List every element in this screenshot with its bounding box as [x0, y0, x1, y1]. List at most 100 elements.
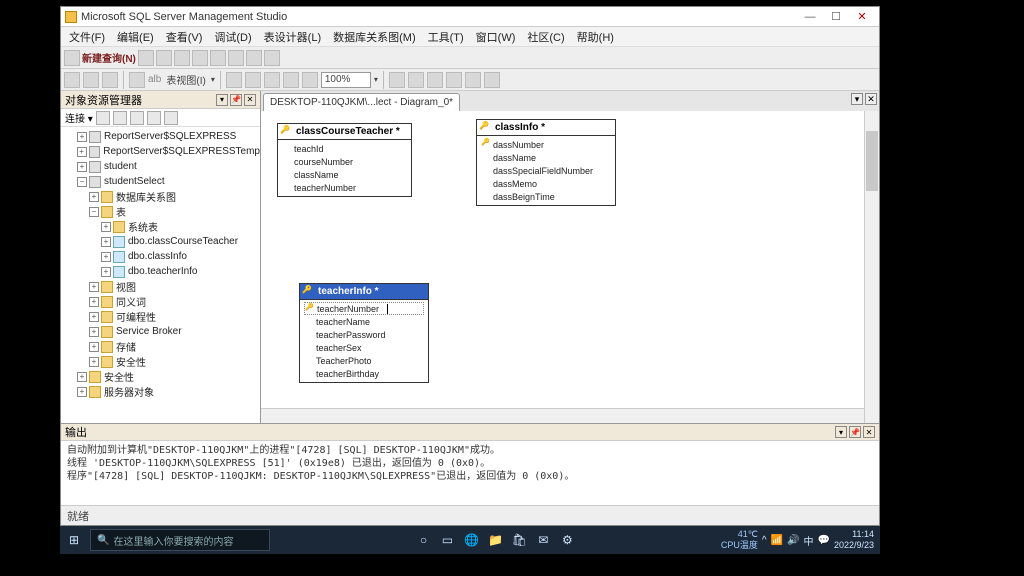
- settings-icon[interactable]: ⚙: [556, 529, 578, 551]
- new-query-button[interactable]: 新建查询(N): [82, 50, 136, 65]
- tree-node[interactable]: −表: [61, 204, 260, 219]
- toolbar-icon[interactable]: [113, 111, 127, 125]
- chevron-up-icon[interactable]: ^: [762, 535, 767, 546]
- toolbar-icon[interactable]: [465, 72, 481, 88]
- toolbar-icon[interactable]: [102, 72, 118, 88]
- toolbar-icon[interactable]: [147, 111, 161, 125]
- tree-node[interactable]: +系统表: [61, 219, 260, 234]
- edge-icon[interactable]: 🌐: [460, 529, 482, 551]
- dropdown-icon[interactable]: ▾: [835, 426, 847, 438]
- store-icon[interactable]: 🛍: [508, 529, 530, 551]
- tree-node[interactable]: +student: [61, 159, 260, 174]
- menu-view[interactable]: 查看(V): [160, 27, 209, 47]
- toolbar-icon[interactable]: [129, 72, 145, 88]
- menu-community[interactable]: 社区(C): [521, 27, 570, 47]
- toolbar-icon[interactable]: [192, 50, 208, 66]
- new-query-icon[interactable]: [64, 50, 80, 66]
- toolbar-icon[interactable]: [389, 72, 405, 88]
- zoom-combo[interactable]: 100%: [321, 72, 371, 88]
- toolbar-icon[interactable]: [264, 72, 280, 88]
- output-text[interactable]: 自动附加到计算机"DESKTOP-110QJKM"上的进程"[4728] [SQ…: [61, 441, 879, 505]
- tree-node[interactable]: +安全性: [61, 354, 260, 369]
- explorer-icon[interactable]: 📁: [484, 529, 506, 551]
- tree-node[interactable]: +dbo.teacherInfo: [61, 264, 260, 279]
- toolbar-icon[interactable]: [164, 111, 178, 125]
- tree-node[interactable]: +安全性: [61, 369, 260, 384]
- toolbar-icon[interactable]: [96, 111, 110, 125]
- toolbar-icon[interactable]: [446, 72, 462, 88]
- table-column[interactable]: dassBeignTime: [481, 190, 611, 203]
- toolbar-icon[interactable]: [210, 50, 226, 66]
- toolbar-icon[interactable]: [174, 50, 190, 66]
- tree-node[interactable]: +数据库关系图: [61, 189, 260, 204]
- table-column[interactable]: teacherName: [304, 315, 424, 328]
- dropdown-icon[interactable]: ▾: [374, 75, 378, 84]
- table-column[interactable]: dassName: [481, 151, 611, 164]
- table-column[interactable]: TeacherPhoto: [304, 354, 424, 367]
- taskview-icon[interactable]: ▭: [436, 529, 458, 551]
- tree-node[interactable]: +服务器对象: [61, 384, 260, 399]
- minimize-button[interactable]: —: [797, 8, 823, 26]
- toolbar-icon[interactable]: [427, 72, 443, 88]
- tree-node[interactable]: +可编程性: [61, 309, 260, 324]
- scrollbar-vertical[interactable]: [864, 111, 879, 423]
- menu-edit[interactable]: 编辑(E): [111, 27, 160, 47]
- diagram-table-classinfo[interactable]: classInfo * dassNumber dassName dassSpec…: [476, 119, 616, 206]
- tree-node[interactable]: +视图: [61, 279, 260, 294]
- pin-icon[interactable]: 📌: [230, 94, 242, 106]
- ime-icon[interactable]: 中: [804, 533, 814, 548]
- toolbar-icon[interactable]: [484, 72, 500, 88]
- diagram-canvas[interactable]: classCourseTeacher * teachId courseNumbe…: [261, 111, 879, 423]
- tree-node[interactable]: +dbo.classInfo: [61, 249, 260, 264]
- tab-diagram[interactable]: DESKTOP-110QJKM\...lect - Diagram_0*: [263, 93, 460, 111]
- toolbar-icon[interactable]: [138, 50, 154, 66]
- mail-icon[interactable]: ✉: [532, 529, 554, 551]
- table-column[interactable]: teachId: [282, 142, 407, 155]
- table-column[interactable]: teacherBirthday: [304, 367, 424, 380]
- menu-debug[interactable]: 调试(D): [208, 27, 257, 47]
- menu-table-designer[interactable]: 表设计器(L): [258, 27, 327, 47]
- toolbar-icon[interactable]: [228, 50, 244, 66]
- toolbar-icon[interactable]: [245, 72, 261, 88]
- scrollbar-horizontal[interactable]: [261, 408, 864, 423]
- toolbar-icon[interactable]: [156, 50, 172, 66]
- table-column[interactable]: teacherNumber: [304, 302, 424, 315]
- table-view-dropdown[interactable]: 表视图(I): [164, 72, 207, 87]
- table-column[interactable]: dassMemo: [481, 177, 611, 190]
- close-icon[interactable]: ✕: [244, 94, 256, 106]
- maximize-button[interactable]: ☐: [823, 8, 849, 26]
- taskbar-search[interactable]: 🔍 在这里输入你要搜索的内容: [90, 529, 270, 551]
- tree-node[interactable]: +存储: [61, 339, 260, 354]
- table-column[interactable]: className: [282, 168, 407, 181]
- dropdown-icon[interactable]: ▾: [211, 75, 215, 84]
- table-column[interactable]: dassNumber: [481, 138, 611, 151]
- tree-node[interactable]: +ReportServer$SQLEXPRESS: [61, 129, 260, 144]
- tree-node[interactable]: +dbo.classCourseTeacher: [61, 234, 260, 249]
- cortana-icon[interactable]: ○: [412, 529, 434, 551]
- close-icon[interactable]: ✕: [865, 93, 877, 105]
- table-column[interactable]: teacherPassword: [304, 328, 424, 341]
- start-button[interactable]: ⊞: [60, 526, 88, 554]
- close-icon[interactable]: ✕: [863, 426, 875, 438]
- toolbar-icon[interactable]: [302, 72, 318, 88]
- table-column[interactable]: teacherNumber: [282, 181, 407, 194]
- dropdown-icon[interactable]: ▾: [216, 94, 228, 106]
- network-icon[interactable]: 📶: [771, 535, 783, 546]
- menu-tools[interactable]: 工具(T): [422, 27, 470, 47]
- diagram-table-classcourseteacher[interactable]: classCourseTeacher * teachId courseNumbe…: [277, 123, 412, 197]
- notification-icon[interactable]: 💬: [818, 535, 830, 546]
- table-column[interactable]: courseNumber: [282, 155, 407, 168]
- toolbar-icon[interactable]: [64, 72, 80, 88]
- volume-icon[interactable]: 🔊: [787, 535, 799, 546]
- tree-node[interactable]: +同义词: [61, 294, 260, 309]
- toolbar-icon[interactable]: [283, 72, 299, 88]
- tree-node[interactable]: +Service Broker: [61, 324, 260, 339]
- close-button[interactable]: ✕: [849, 8, 875, 26]
- toolbar-icon[interactable]: [226, 72, 242, 88]
- menu-window[interactable]: 窗口(W): [470, 27, 522, 47]
- menu-db-diagram[interactable]: 数据库关系图(M): [327, 27, 422, 47]
- toolbar-icon[interactable]: [83, 72, 99, 88]
- table-column[interactable]: dassSpecialFieldNumber: [481, 164, 611, 177]
- diagram-table-teacherinfo[interactable]: teacherInfo * teacherNumber teacherName …: [299, 283, 429, 383]
- table-column[interactable]: teacherSex: [304, 341, 424, 354]
